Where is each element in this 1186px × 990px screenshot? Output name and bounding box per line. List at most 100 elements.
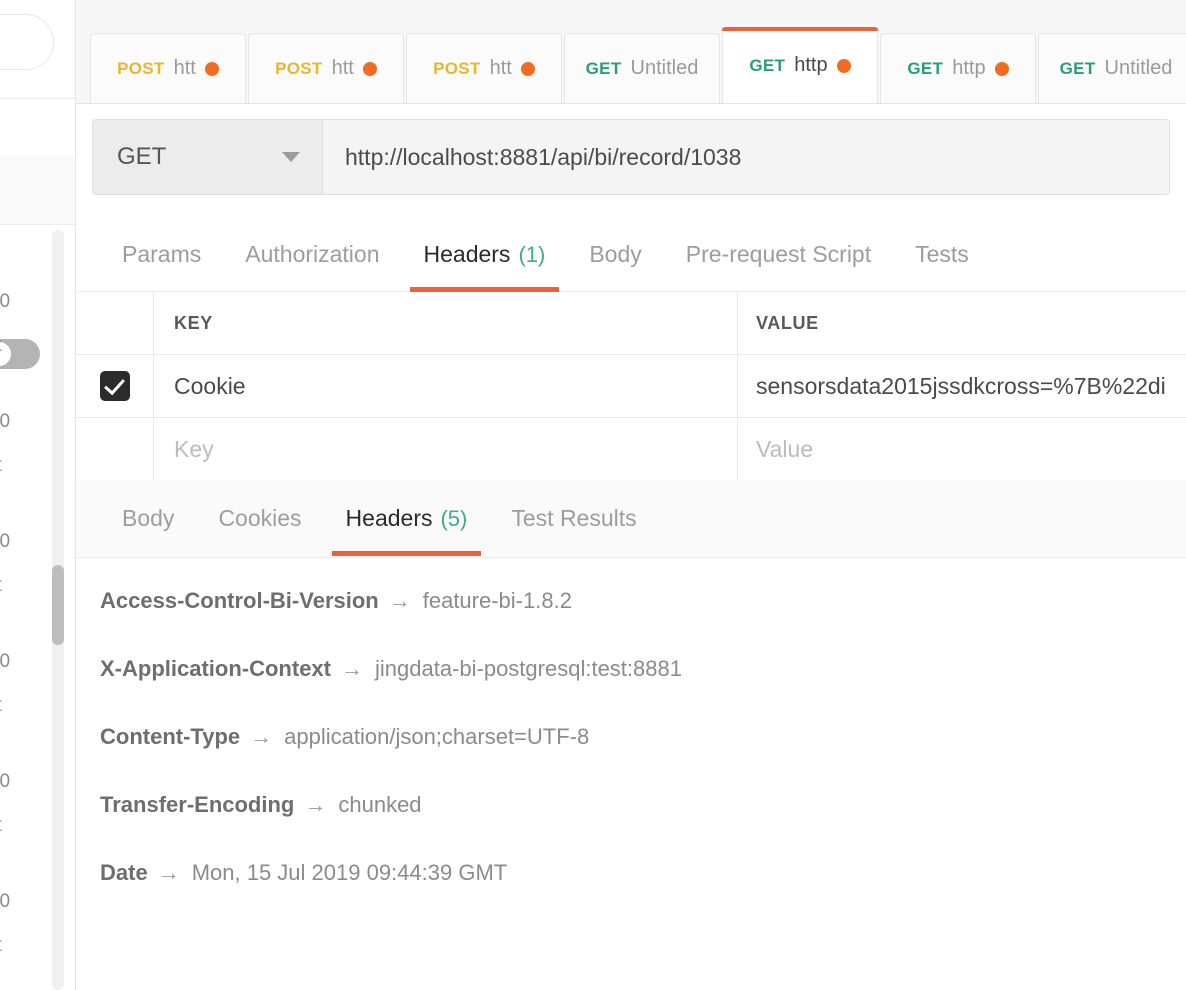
arrow-right-icon: → bbox=[341, 656, 363, 681]
sidebar-search-container bbox=[0, 14, 54, 70]
tab-params[interactable]: Params bbox=[100, 218, 223, 292]
sidebar-list-item[interactable]: rt bbox=[0, 695, 44, 717]
tab-label: Params bbox=[122, 241, 202, 267]
tab-title: http bbox=[794, 54, 828, 76]
tab-method-label: GET bbox=[1059, 58, 1096, 78]
table-row[interactable]: Cookie sensorsdata2015jssdkcross=%7B%22d… bbox=[76, 355, 1186, 418]
tab-tests[interactable]: Tests bbox=[893, 218, 991, 292]
sidebar-list-item[interactable]: tl bbox=[0, 613, 44, 635]
response-header-name: Content-Type bbox=[100, 724, 241, 749]
main-panel: POST htt POST htt POST htt GET Untitled GET http G… bbox=[76, 0, 1186, 990]
sidebar-list-item[interactable]: tl bbox=[0, 493, 44, 515]
response-header-value: feature-bi-1.8.2 bbox=[422, 588, 572, 613]
response-header-name: Transfer-Encoding bbox=[100, 792, 295, 817]
sidebar-list-item[interactable]: rt bbox=[0, 815, 44, 837]
response-section-tabs[interactable]: Body Cookies Headers (5) Test Results bbox=[76, 480, 1186, 558]
search-input[interactable] bbox=[0, 14, 54, 70]
new-row-key-cell[interactable]: Key bbox=[154, 418, 738, 480]
headers-table: KEY VALUE Cookie sensorsdata2015jssdkcro… bbox=[76, 292, 1186, 481]
tab-title: Untitled bbox=[630, 57, 699, 79]
response-tab-test-results[interactable]: Test Results bbox=[489, 480, 658, 558]
tab-label: Tests bbox=[915, 241, 969, 267]
unsaved-changes-dot-icon[interactable] bbox=[362, 61, 377, 76]
unsaved-changes-dot-icon[interactable] bbox=[204, 61, 219, 76]
sidebar-list-item[interactable]: tl bbox=[0, 853, 44, 875]
request-tab[interactable]: POST htt bbox=[406, 33, 562, 103]
request-tab-strip[interactable]: POST htt POST htt POST htt GET Untitled GET http G… bbox=[76, 0, 1186, 104]
tab-title: htt bbox=[331, 57, 354, 79]
tab-headers[interactable]: Headers (1) bbox=[402, 218, 568, 292]
arrow-right-icon: → bbox=[250, 724, 273, 749]
sidebar-history-list[interactable]: tl c0 rt tl c0 rt tl c0 rt tl c0 rt tl c0 rt tl c0 rt tl bbox=[0, 225, 75, 990]
response-tab-body[interactable]: Body bbox=[100, 480, 196, 558]
url-input[interactable]: http://localhost:8881/api/bi/record/1038 bbox=[322, 119, 1170, 195]
response-header-row: Content-Type → application/json;charset=UT… bbox=[100, 724, 1186, 792]
url-text: http://localhost:8881/api/bi/record/1038 bbox=[345, 143, 742, 170]
response-header-value: Mon, 15 Jul 2019 09:44:39 GMT bbox=[191, 860, 508, 885]
sidebar-list-item[interactable]: c0 bbox=[0, 651, 44, 673]
sidebar-list-item[interactable]: rt bbox=[0, 575, 44, 597]
tab-method-label: GET bbox=[585, 58, 622, 78]
table-header-value-cell: VALUE bbox=[738, 292, 1186, 354]
response-tab-cookies[interactable]: Cookies bbox=[196, 480, 323, 558]
row-value-cell[interactable]: sensorsdata2015jssdkcross=%7B%22di bbox=[738, 355, 1186, 417]
request-tab-active[interactable]: GET http bbox=[722, 27, 878, 103]
table-header-key-cell: KEY bbox=[154, 292, 738, 354]
request-tab[interactable]: POST htt bbox=[248, 33, 404, 103]
new-value-placeholder: Value bbox=[756, 435, 814, 462]
new-row-checkbox-cell[interactable] bbox=[76, 418, 154, 480]
tab-pre-request-script[interactable]: Pre-request Script bbox=[664, 218, 893, 292]
url-bar: GET http://localhost:8881/api/bi/record/… bbox=[76, 104, 1186, 210]
tab-authorization[interactable]: Authorization bbox=[223, 218, 401, 292]
unsaved-changes-dot-icon[interactable] bbox=[520, 61, 535, 76]
sidebar-scrollbar-thumb[interactable] bbox=[52, 565, 64, 645]
tab-method-label: GET bbox=[907, 58, 944, 78]
request-tab[interactable]: GET Untitled bbox=[564, 33, 720, 103]
response-header-value: chunked bbox=[338, 792, 422, 817]
request-tab[interactable]: GET Untitled bbox=[1038, 33, 1186, 103]
unsaved-changes-dot-icon[interactable] bbox=[994, 61, 1009, 76]
arrow-right-icon: → bbox=[304, 792, 327, 817]
request-section-tabs[interactable]: Params Authorization Headers (1) Body Pre-req… bbox=[76, 218, 1186, 292]
response-tab-headers[interactable]: Headers (5) bbox=[324, 480, 490, 558]
tab-label: Body bbox=[589, 241, 642, 267]
sidebar-list-item[interactable]: tl bbox=[0, 973, 44, 990]
row-key-cell[interactable]: Cookie bbox=[154, 355, 738, 417]
sidebar-list-item[interactable]: rt bbox=[0, 335, 44, 357]
sidebar-divider bbox=[0, 98, 75, 99]
sidebar-list-item[interactable]: tl bbox=[0, 373, 44, 395]
sidebar-list-item[interactable]: tl bbox=[0, 253, 44, 275]
checkbox-checked-icon[interactable] bbox=[99, 371, 130, 401]
tab-label: Cookies bbox=[218, 505, 302, 531]
http-method-select[interactable]: GET bbox=[92, 119, 322, 195]
table-header-checkbox-cell bbox=[76, 292, 154, 354]
tab-method-label: POST bbox=[275, 58, 323, 78]
sidebar-list-item[interactable]: c0 bbox=[0, 771, 44, 793]
request-tab[interactable]: POST htt bbox=[90, 33, 246, 103]
column-header-key: KEY bbox=[174, 312, 213, 333]
left-sidebar: tl c0 rt tl c0 rt tl c0 rt tl c0 rt tl c0 rt tl c0 rt tl bbox=[0, 0, 76, 990]
column-header-value: VALUE bbox=[756, 312, 819, 333]
table-row-new[interactable]: Key Value bbox=[76, 418, 1186, 481]
unsaved-changes-dot-icon[interactable] bbox=[836, 58, 851, 73]
sidebar-list-item[interactable]: c0 bbox=[0, 291, 44, 313]
sidebar-list-item[interactable]: c0 bbox=[0, 411, 44, 433]
request-tab[interactable]: GET http bbox=[880, 33, 1036, 103]
sidebar-list-item[interactable]: c0 bbox=[0, 531, 44, 553]
tab-label: Pre-request Script bbox=[685, 241, 872, 267]
tab-method-label: POST bbox=[117, 58, 165, 78]
new-row-value-cell[interactable]: Value bbox=[738, 418, 1186, 480]
table-header-row: KEY VALUE bbox=[76, 292, 1186, 355]
sidebar-list-item[interactable]: c0 bbox=[0, 891, 44, 913]
response-header-value: application/json;charset=UTF-8 bbox=[284, 724, 590, 749]
response-header-name: X-Application-Context bbox=[100, 656, 331, 681]
sidebar-list-item[interactable]: rt bbox=[0, 455, 44, 477]
response-headers-list: Access-Control-Bi-Version → feature-bi-1.8… bbox=[76, 558, 1186, 990]
row-key-text: Cookie bbox=[174, 372, 246, 399]
sidebar-list-item[interactable]: rt bbox=[0, 935, 44, 957]
response-header-row: X-Application-Context → jingdata-bi-postgr… bbox=[100, 656, 1186, 724]
row-checkbox-cell[interactable] bbox=[76, 355, 154, 417]
tab-label: Test Results bbox=[511, 505, 637, 531]
tab-body[interactable]: Body bbox=[567, 218, 663, 292]
sidebar-list-item[interactable]: tl bbox=[0, 733, 44, 755]
